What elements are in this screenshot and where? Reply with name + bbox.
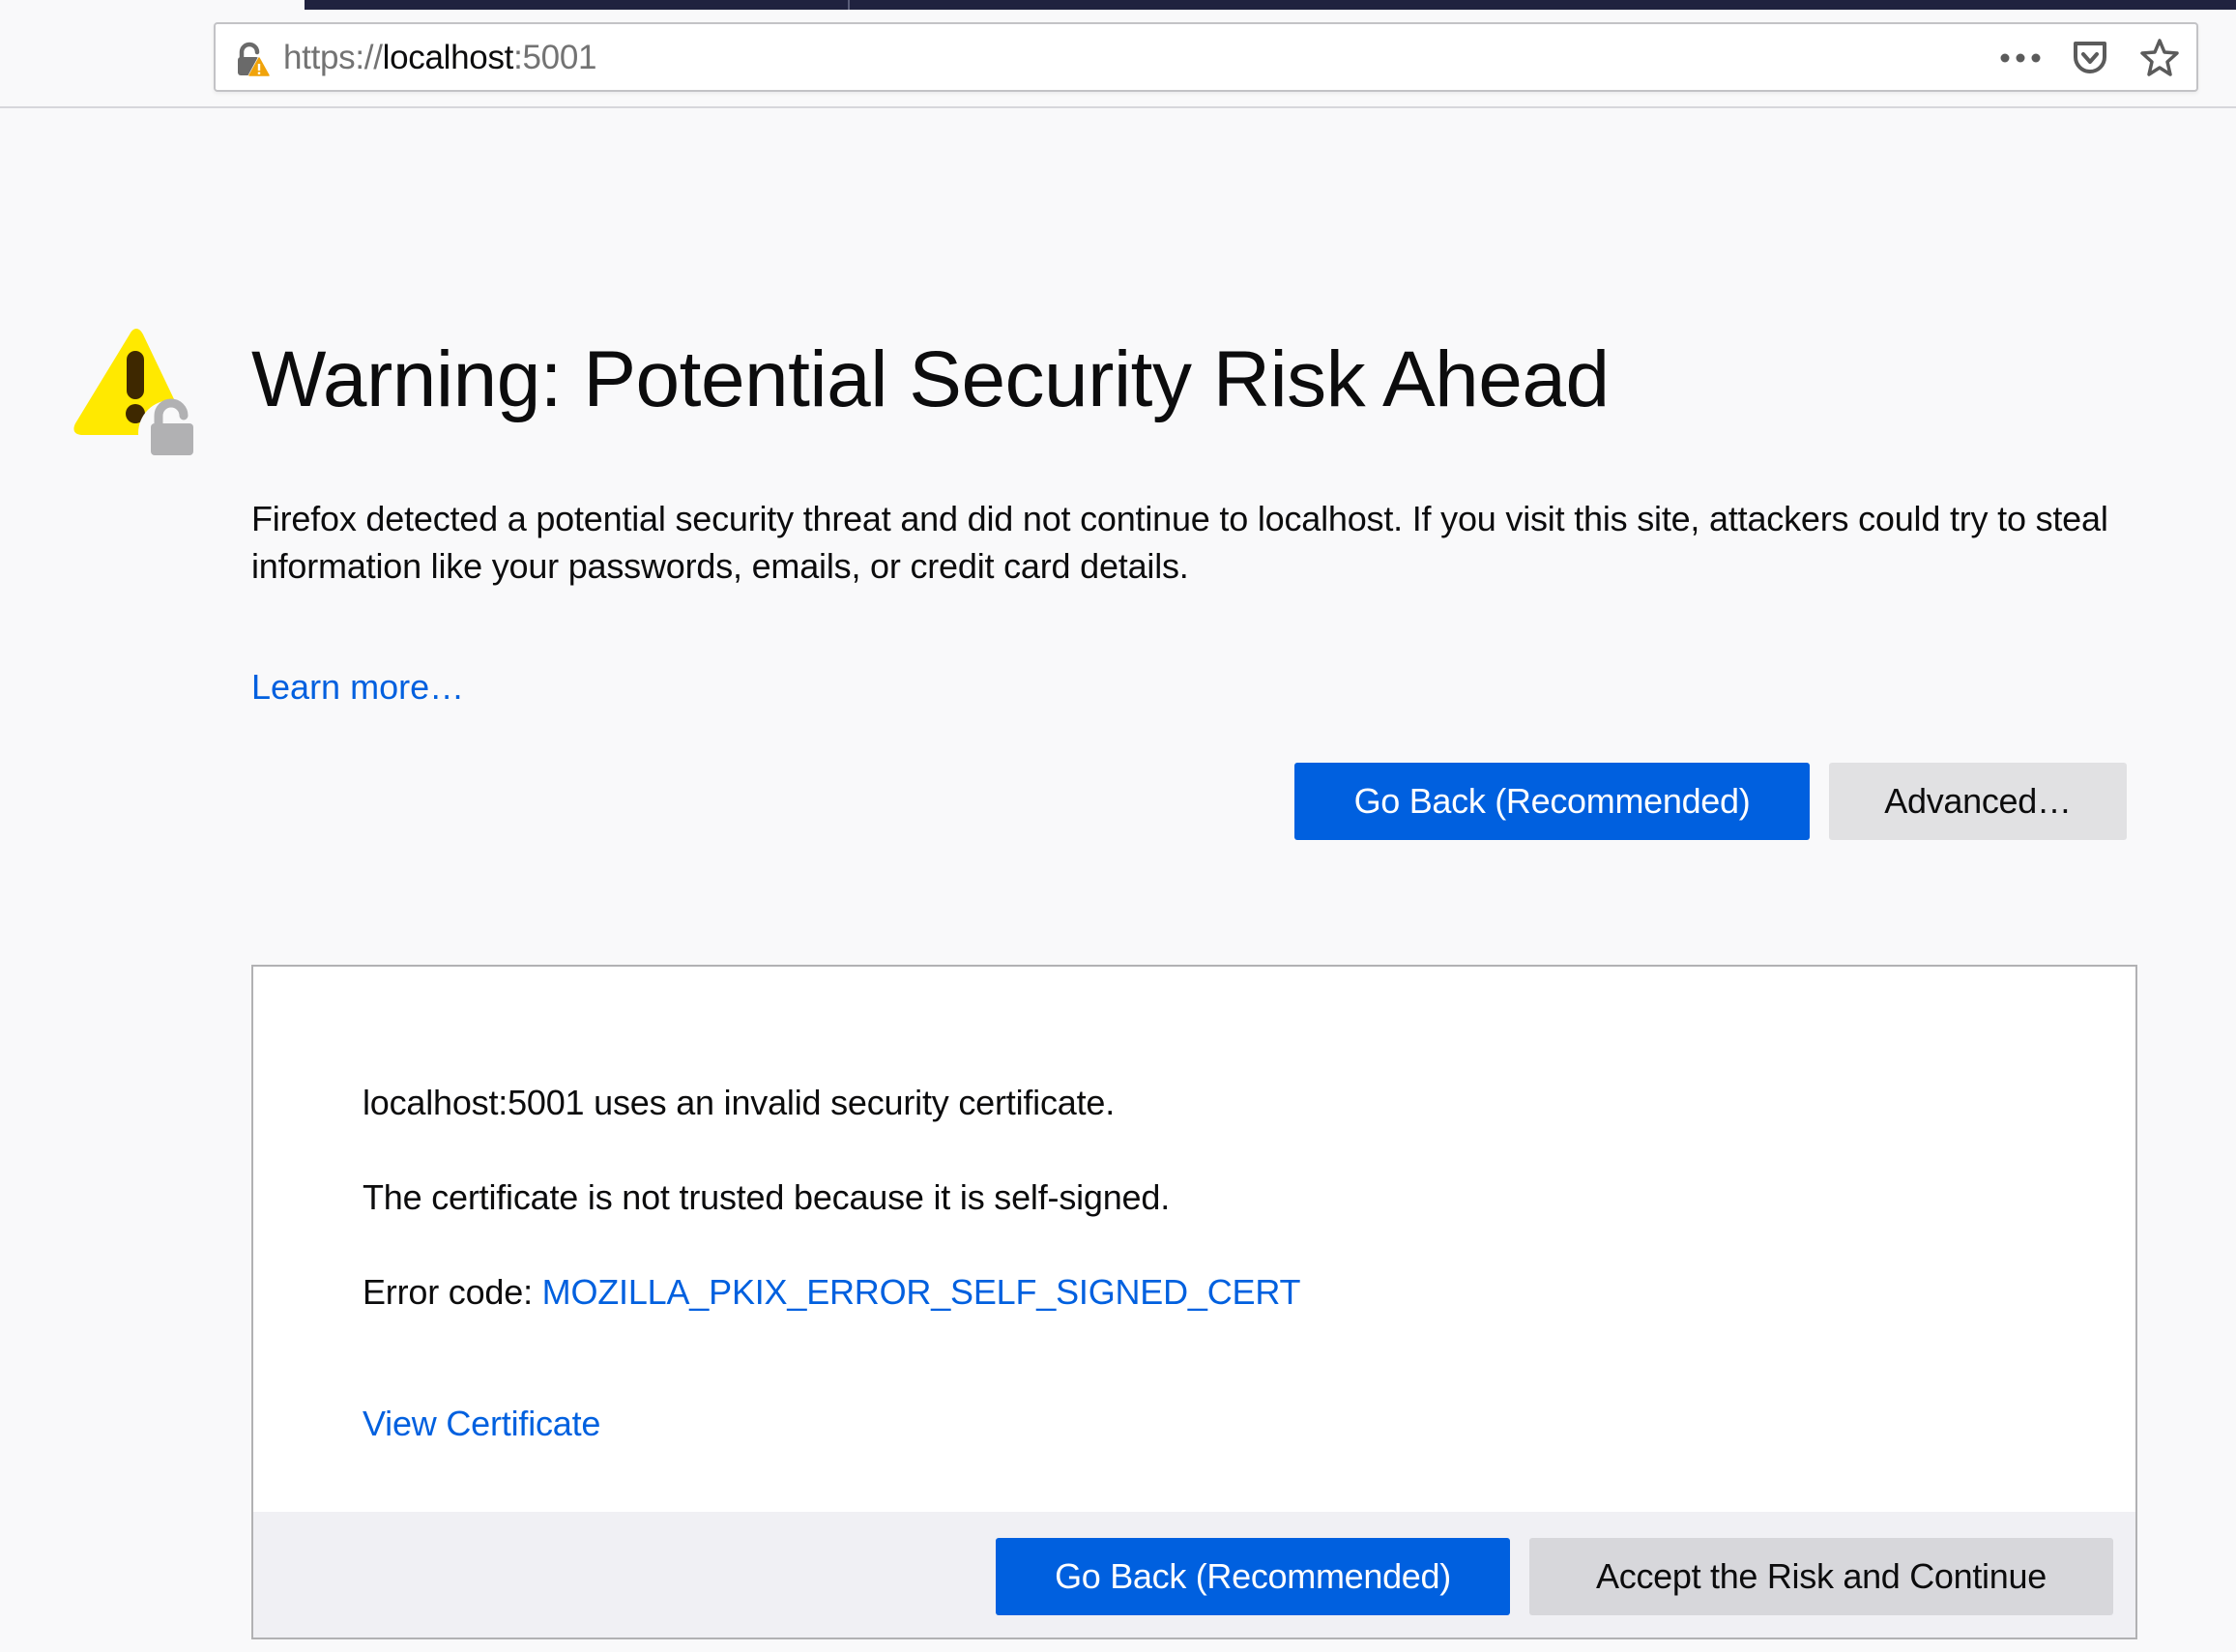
url-text[interactable]: https://localhost:5001 <box>283 38 596 78</box>
url-port: :5001 <box>513 39 597 76</box>
error-code-link[interactable]: MOZILLA_PKIX_ERROR_SELF_SIGNED_CERT <box>542 1272 1301 1312</box>
pocket-icon[interactable] <box>2067 36 2113 80</box>
view-certificate-link[interactable]: View Certificate <box>363 1402 600 1446</box>
self-signed-text: The certificate is not trusted because i… <box>363 1177 1171 1217</box>
go-back-button[interactable]: Go Back (Recommended) <box>1294 763 1810 840</box>
star-icon[interactable] <box>2136 36 2183 80</box>
url-bar[interactable]: https://localhost:5001 <box>214 22 2198 92</box>
intro-text: Firefox detected a potential security th… <box>251 499 2108 586</box>
url-host: localhost <box>382 39 514 76</box>
go-back-button-bottom[interactable]: Go Back (Recommended) <box>996 1538 1510 1615</box>
page-title: Warning: Potential Security Risk Ahead <box>251 335 1610 423</box>
advanced-panel: localhost:5001 uses an invalid security … <box>251 965 2137 1639</box>
url-actions <box>1997 36 2183 80</box>
url-scheme: https:// <box>283 39 383 76</box>
warning-lock-icon <box>70 327 204 466</box>
advanced-button[interactable]: Advanced… <box>1829 763 2127 840</box>
error-code-line: Error code: MOZILLA_PKIX_ERROR_SELF_SIGN… <box>363 1270 1300 1315</box>
browser-titlebar <box>305 0 2236 10</box>
invalid-certificate-text: localhost:5001 uses an invalid security … <box>363 1083 1116 1122</box>
toolbar-divider <box>0 106 2236 108</box>
accept-risk-button[interactable]: Accept the Risk and Continue <box>1529 1538 2113 1615</box>
advanced-panel-footer: Go Back (Recommended) Accept the Risk an… <box>253 1512 2135 1638</box>
learn-more-link[interactable]: Learn more… <box>251 665 464 710</box>
insecure-lock-warning-icon[interactable] <box>235 42 272 78</box>
error-code-label: Error code: <box>363 1272 542 1312</box>
titlebar-divider <box>848 0 850 10</box>
more-dots-icon[interactable] <box>1997 36 2044 80</box>
